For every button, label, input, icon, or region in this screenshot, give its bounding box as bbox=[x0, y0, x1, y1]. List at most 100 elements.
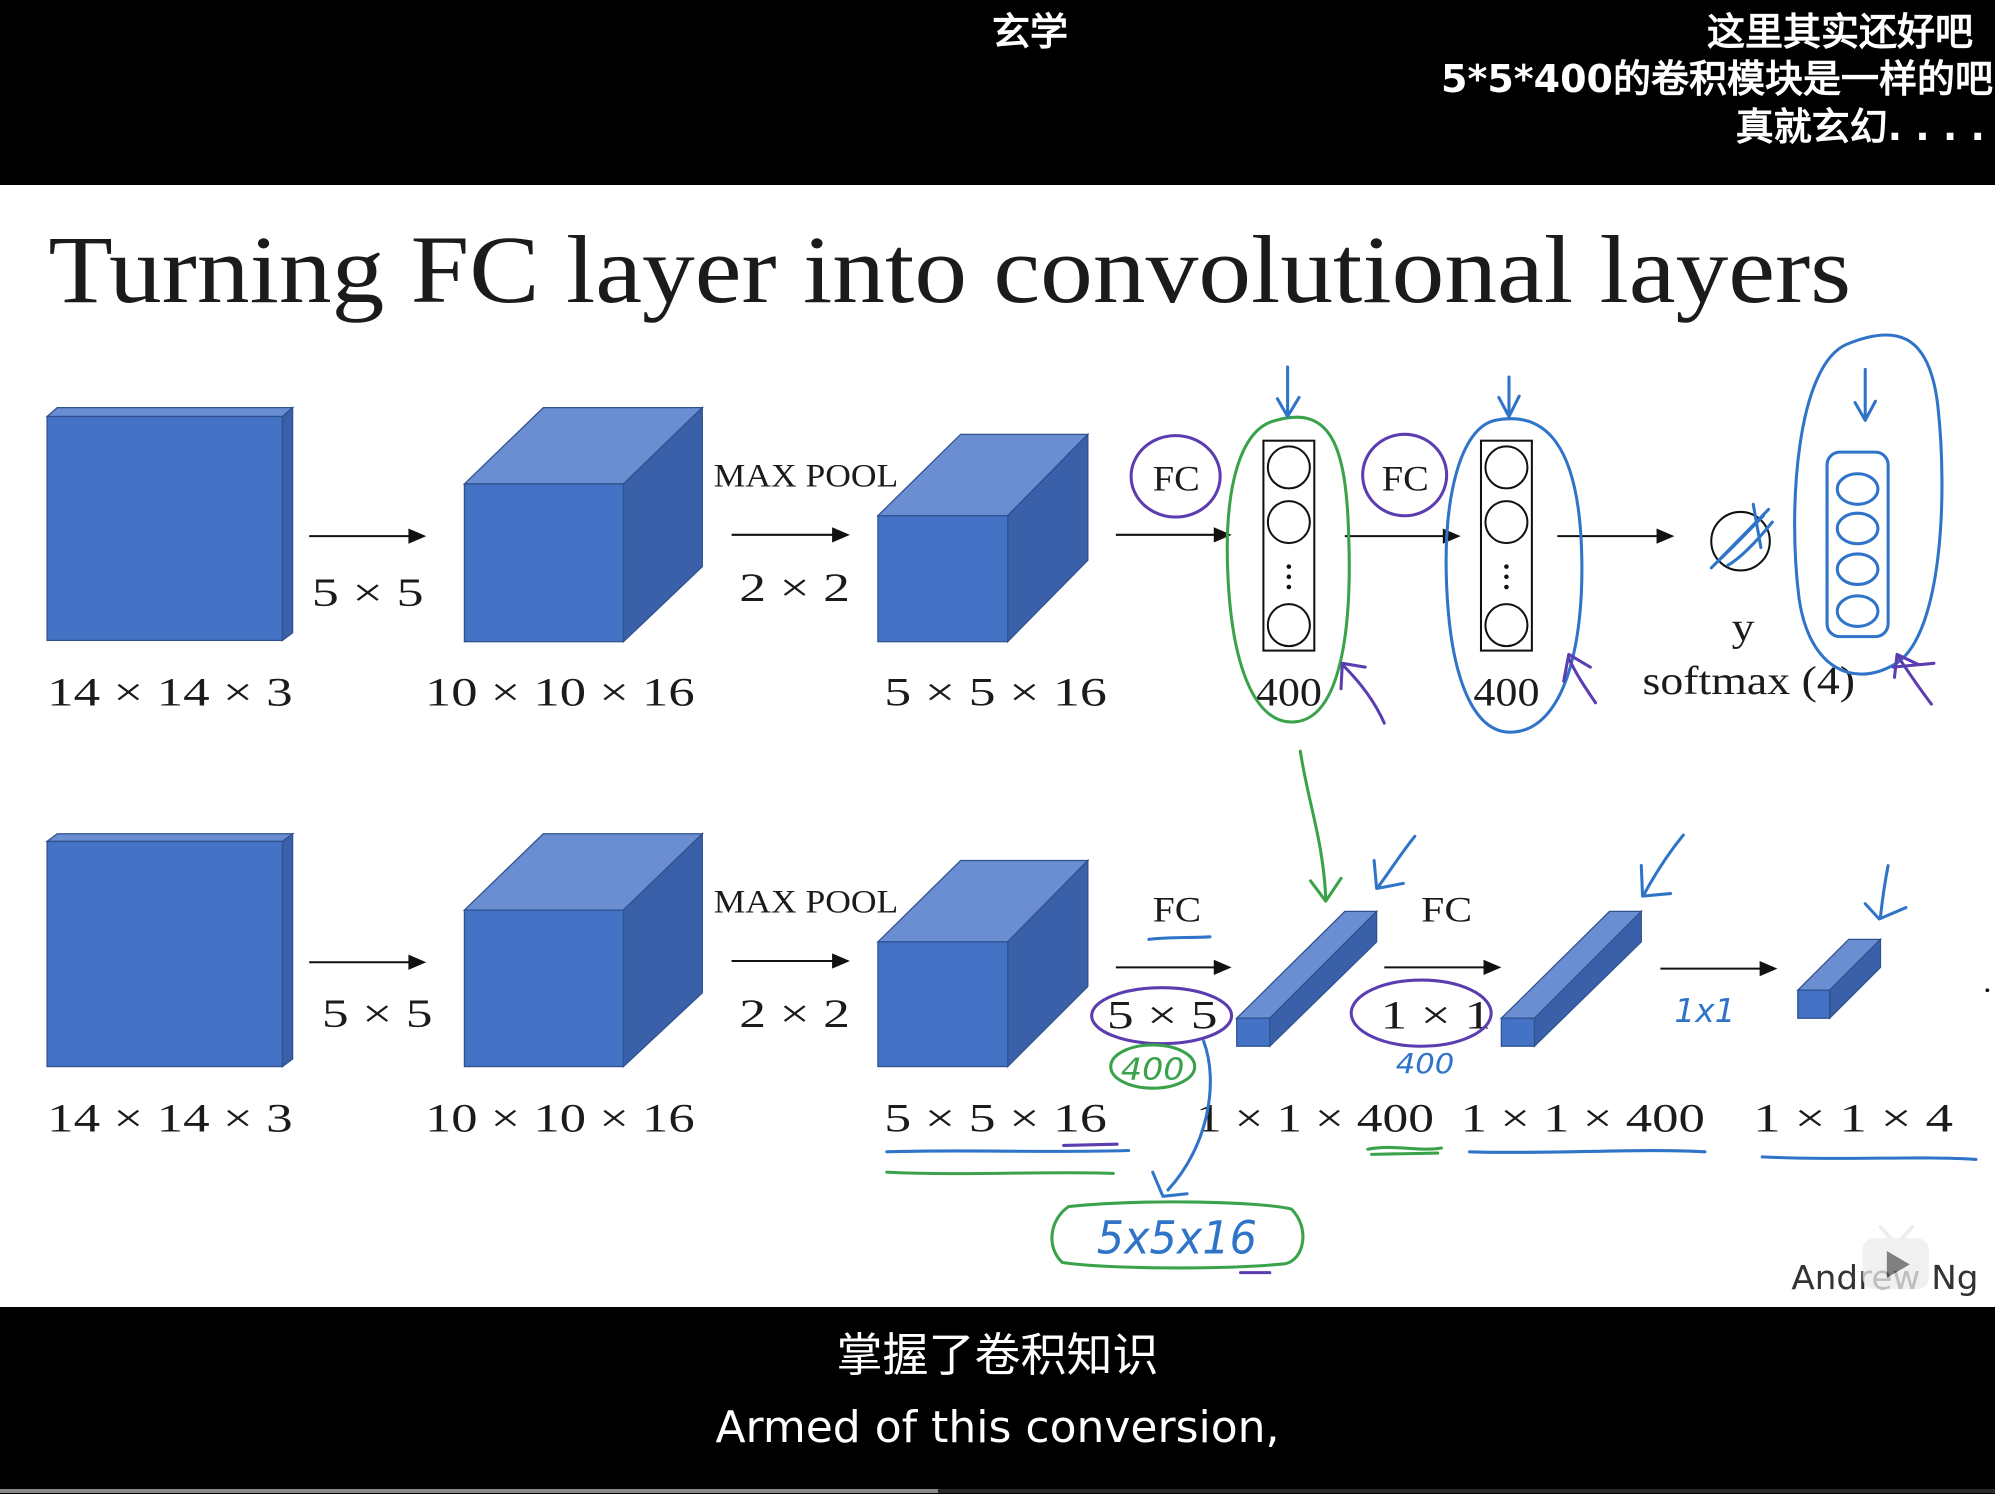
subtitle-english: Armed of this conversion, bbox=[715, 1402, 1280, 1453]
conv-dims-label: 10 × 10 × 16 bbox=[425, 1095, 695, 1140]
pool-dims-underline bbox=[885, 1149, 1131, 1154]
stray-dot bbox=[1985, 988, 1990, 993]
fc2-conv-volume bbox=[1499, 909, 1643, 1048]
danmaku-comment: 5*5*400的卷积模块是一样的吧 bbox=[1441, 57, 1993, 101]
softmax-label: softmax (4) bbox=[1643, 658, 1855, 703]
video-frame[interactable]: Turning FC layer into convolutional laye… bbox=[0, 185, 1995, 1307]
softmax-unit-sketch bbox=[1835, 472, 1880, 506]
fc1-dims-label: 1 × 1 × 400 bbox=[1196, 1095, 1434, 1140]
volume-top-face bbox=[45, 833, 295, 843]
play-watermark-icon bbox=[1862, 1224, 1929, 1290]
fc1-label: FC bbox=[1153, 458, 1200, 498]
output-kernel-note: 1x1 bbox=[1674, 991, 1735, 1030]
arrow-head bbox=[832, 953, 850, 969]
output-arrow bbox=[1557, 528, 1675, 544]
conv-dims-label: 10 × 10 × 16 bbox=[425, 669, 695, 714]
fc2-units-label: 400 bbox=[1473, 669, 1539, 714]
volume-front-face bbox=[877, 515, 1009, 643]
conv-volume bbox=[462, 832, 704, 1069]
neuron bbox=[1484, 500, 1529, 545]
volume-front-face bbox=[1797, 989, 1831, 1019]
pool-arrow bbox=[731, 527, 850, 543]
fc1-volume-arrow-mark bbox=[1372, 834, 1417, 891]
volume-front-face bbox=[877, 941, 1009, 1068]
volume-front-face bbox=[463, 909, 625, 1068]
fc2-volume-arrow-mark bbox=[1639, 833, 1685, 898]
danmaku-comment: 真就玄幻. . . . bbox=[1735, 105, 1985, 149]
input-dims-label: 14 × 14 × 3 bbox=[47, 1095, 293, 1140]
conv-kernel-label: 5 × 5 bbox=[322, 991, 433, 1036]
correspondence-arrow-mark bbox=[1298, 749, 1343, 903]
danmaku-comment: 这里其实还好吧 bbox=[1706, 10, 1973, 54]
arrow-head bbox=[1759, 960, 1778, 977]
fc1-kernel-label: 5 × 5 bbox=[1107, 992, 1218, 1037]
slide-title: Turning FC layer into convolutional laye… bbox=[48, 216, 1851, 323]
bottom-row: 14 × 14 × 3 5 × 5 10 × 10 × 16 MAX POOL … bbox=[45, 832, 1990, 1140]
volume-front-face bbox=[1500, 1017, 1536, 1047]
fc1-filters-note: 400 bbox=[1121, 1052, 1185, 1087]
pool-size-label: 2 × 2 bbox=[739, 565, 850, 610]
max-pool-label: MAX POOL bbox=[714, 458, 898, 494]
neuron bbox=[1484, 445, 1529, 490]
output-volume-arrow-mark bbox=[1863, 864, 1908, 921]
volume-side-face bbox=[281, 832, 294, 1068]
fc2-filters-note: 400 bbox=[1396, 1047, 1455, 1080]
fc1-down-arrow-mark bbox=[1275, 365, 1301, 419]
pool-size-label: 2 × 2 bbox=[739, 991, 850, 1036]
output-label: y bbox=[1732, 604, 1756, 649]
top-row: 14 × 14 × 3 5 × 5 10 × 10 × 16 MAX POOL … bbox=[45, 406, 1855, 714]
fc2-dims-label: 1 × 1 × 400 bbox=[1461, 1095, 1705, 1140]
fc1-arrow bbox=[1115, 959, 1232, 975]
volume-front-face bbox=[463, 483, 625, 643]
volume-front-face bbox=[1236, 1017, 1271, 1047]
fc1-up-arrow-mark bbox=[1339, 661, 1386, 725]
volume-top-face bbox=[45, 406, 295, 418]
max-pool-label: MAX POOL bbox=[714, 885, 898, 921]
arrow-head bbox=[408, 528, 427, 544]
watermark-antenna bbox=[1878, 1224, 1893, 1241]
softmax-unit-sketch bbox=[1835, 552, 1880, 586]
fc2-dims-underline bbox=[1468, 1149, 1707, 1154]
fc1-label: FC bbox=[1153, 890, 1201, 930]
pool-volume bbox=[876, 858, 1090, 1069]
slide-diagram: Turning FC layer into convolutional laye… bbox=[45, 216, 1990, 1297]
softmax-unit-sketch bbox=[1835, 511, 1880, 546]
output-dims-underline bbox=[1760, 1155, 1978, 1161]
neuron bbox=[1266, 500, 1311, 545]
volume-front-face bbox=[46, 415, 284, 642]
subtitle-chinese: 掌握了卷积知识 bbox=[836, 1328, 1159, 1382]
ellipsis-dot bbox=[1286, 584, 1292, 590]
input-volume bbox=[45, 406, 295, 642]
conv-volume bbox=[462, 406, 704, 644]
ellipsis-dot bbox=[1504, 574, 1509, 580]
neuron bbox=[1484, 603, 1529, 648]
danmaku-comment: 玄学 bbox=[992, 10, 1069, 54]
pool-depth-underline bbox=[1062, 1142, 1119, 1147]
volume-front-face bbox=[46, 840, 284, 1068]
fc1-neuron-column bbox=[1262, 439, 1316, 652]
fc2-neuron-column bbox=[1479, 439, 1533, 652]
output-dims-label: 1 × 1 × 4 bbox=[1753, 1095, 1953, 1140]
pool-dims-underline-green bbox=[885, 1170, 1115, 1176]
arrow-head bbox=[1483, 959, 1502, 975]
video-progress-bar[interactable] bbox=[0, 1489, 1995, 1493]
fc2-arrow bbox=[1344, 528, 1461, 544]
fc1-arrow bbox=[1115, 527, 1232, 543]
fc1-units-label: 400 bbox=[1256, 669, 1322, 714]
video-progress-fill bbox=[0, 1489, 938, 1493]
fc2-label: FC bbox=[1421, 890, 1472, 930]
conv-kernel-label: 5 × 5 bbox=[312, 570, 424, 615]
conv-arrow bbox=[309, 954, 427, 970]
input-volume bbox=[45, 832, 295, 1068]
pool-volume bbox=[876, 432, 1090, 644]
ellipsis-dot bbox=[1286, 574, 1292, 580]
filter-shape-note: 5x5x16 bbox=[1097, 1211, 1257, 1265]
softmax-unit-sketch bbox=[1835, 594, 1880, 628]
arrow-head bbox=[1656, 528, 1675, 544]
neuron bbox=[1266, 445, 1311, 490]
pool-dims-label: 5 × 5 × 16 bbox=[884, 669, 1107, 714]
neuron bbox=[1266, 603, 1311, 648]
pool-dims-label: 5 × 5 × 16 bbox=[884, 1095, 1107, 1140]
fc2-kernel-label: 1 × 1 bbox=[1380, 992, 1491, 1037]
ellipsis-dot bbox=[1504, 584, 1509, 590]
